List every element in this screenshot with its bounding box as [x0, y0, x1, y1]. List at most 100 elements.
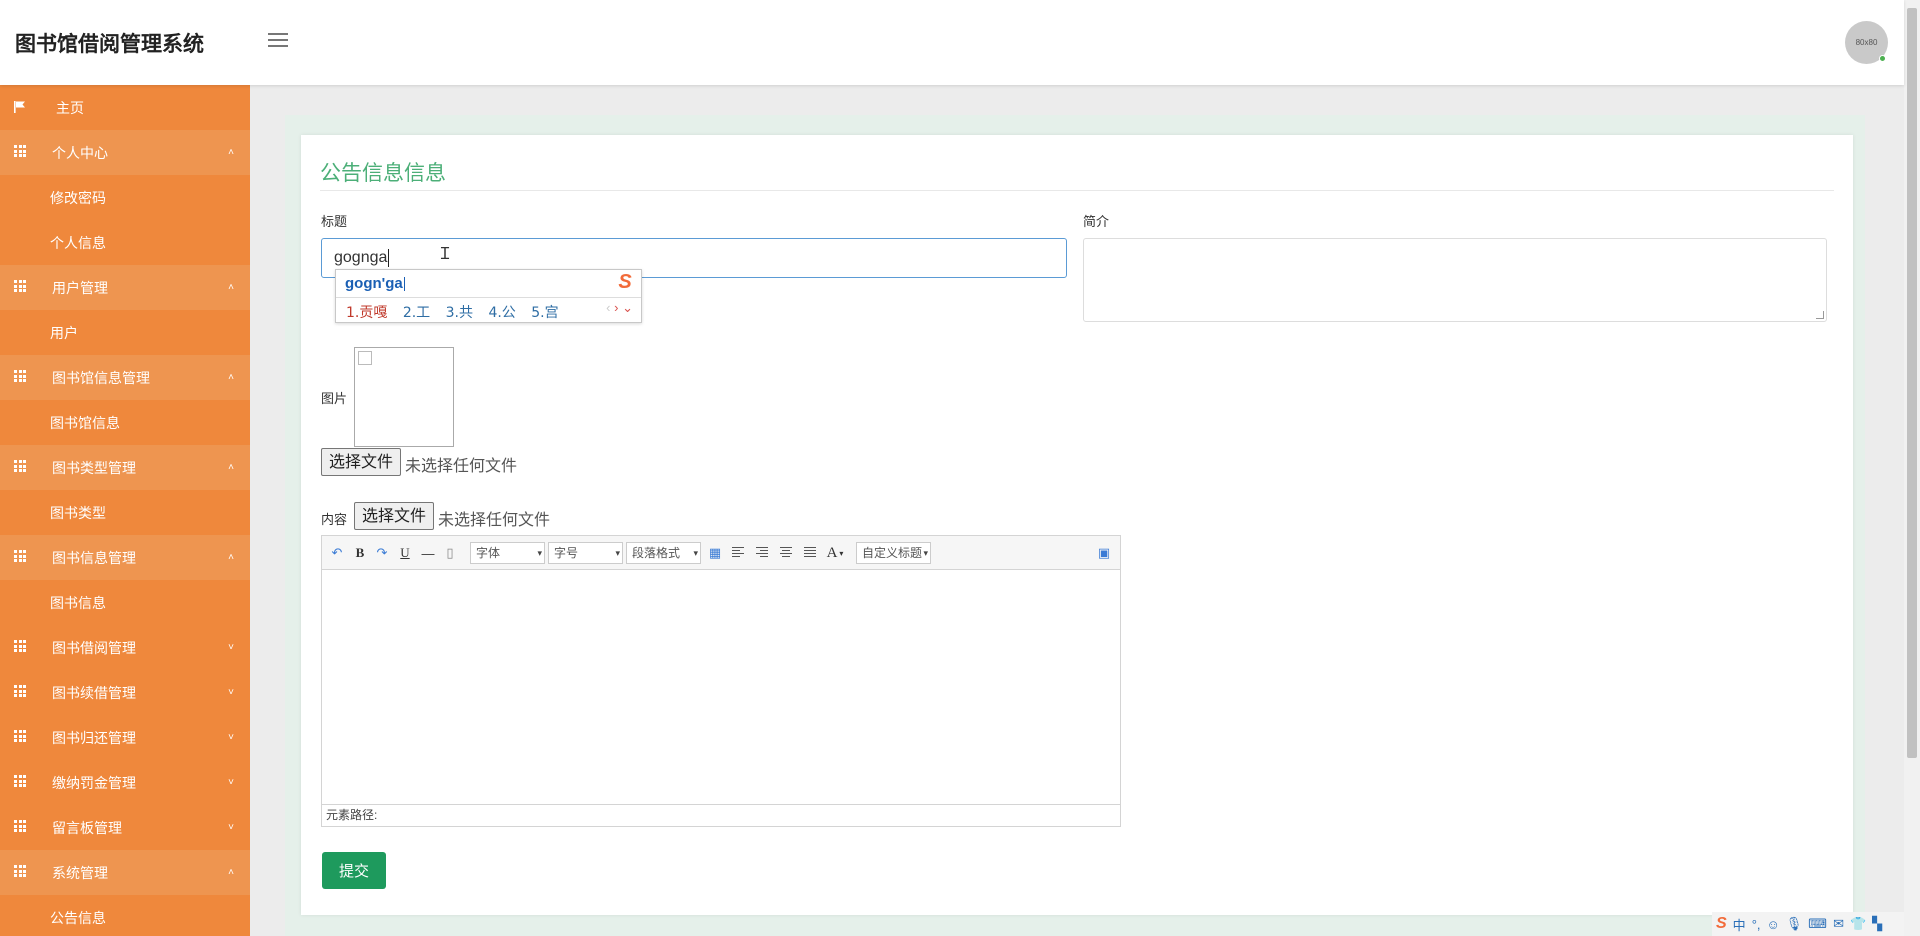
sogou-tray-icon[interactable]: S	[1716, 915, 1727, 933]
sidebar-item-label: 用户管理	[52, 279, 108, 296]
grid-icon	[14, 280, 27, 292]
ime-lang-toggle[interactable]: 中	[1733, 915, 1746, 934]
ime-candidate[interactable]: 4.公	[488, 305, 515, 321]
sidebar-item[interactable]: 留言板管理 ˅	[0, 805, 250, 850]
sidebar-item[interactable]: 图书类型	[0, 490, 250, 535]
paragraph-format-select[interactable]: 段落格式 ▾	[626, 542, 701, 564]
ime-candidate[interactable]: 2.工	[403, 305, 430, 321]
sidebar-item-label: 图书馆信息管理	[52, 369, 150, 386]
caret-up-icon: ˄	[228, 282, 234, 293]
caret-down-icon: ˅	[228, 687, 234, 698]
sidebar-item[interactable]: 图书借阅管理 ˅	[0, 625, 250, 670]
sidebar-item[interactable]: 个人信息	[0, 220, 250, 265]
sidebar-item[interactable]: 图书信息	[0, 580, 250, 625]
sidebar-item[interactable]: 个人中心 ˄	[0, 130, 250, 175]
fullscreen-icon[interactable]: ▣	[1094, 543, 1114, 563]
align-right-icon[interactable]	[752, 543, 772, 563]
ime-candidate-popup[interactable]: gogn'ga S 1.贡嘎 2.工 3.共 4.公 5.宫 ‹ › ⌄	[335, 269, 642, 323]
sidebar-item-label: 图书馆信息	[50, 414, 120, 431]
align-left-icon[interactable]	[728, 543, 748, 563]
emoji-icon[interactable]: ☺	[1767, 917, 1780, 932]
ime-expand-icon[interactable]: ⌄	[622, 300, 633, 315]
sidebar-item[interactable]: 修改密码	[0, 175, 250, 220]
sidebar-item-label: 图书借阅管理	[52, 639, 136, 656]
toolbox-icon[interactable]: ✉	[1833, 916, 1844, 932]
ime-candidate[interactable]: 5.宫	[531, 305, 558, 321]
sidebar-item[interactable]: 公告信息	[0, 895, 250, 936]
align-center-icon[interactable]	[776, 543, 796, 563]
ime-candidate[interactable]: 1.贡嘎	[346, 305, 387, 321]
sidebar-item[interactable]: 图书信息管理 ˄	[0, 535, 250, 580]
ime-punct-toggle[interactable]: °,	[1752, 917, 1761, 932]
caret-up-icon: ˄	[228, 372, 234, 383]
horizontal-rule-icon[interactable]: —	[418, 543, 438, 563]
page-scrollbar[interactable]	[1904, 0, 1920, 936]
intro-textarea[interactable]	[1083, 238, 1827, 322]
title-divider	[320, 190, 1834, 191]
sidebar-item-label: 用户	[50, 324, 78, 341]
image-file-button[interactable]: 选择文件	[321, 448, 402, 476]
sidebar-item[interactable]: 用户管理 ˄	[0, 265, 250, 310]
sidebar-item[interactable]: 图书类型管理 ˄	[0, 445, 250, 490]
element-path: 元素路径:	[322, 804, 1120, 826]
sidebar-item[interactable]: 图书归还管理 ˅	[0, 715, 250, 760]
resize-grip-icon[interactable]	[1816, 311, 1824, 319]
title-input-value: gognga	[334, 249, 388, 266]
online-status-dot	[1879, 55, 1886, 62]
ime-prev-icon[interactable]: ‹	[606, 300, 610, 315]
image-preview	[354, 347, 454, 447]
grid-icon	[14, 370, 27, 382]
ime-candidate[interactable]: 3.共	[446, 305, 473, 321]
apps-icon[interactable]: ▚	[1872, 916, 1882, 932]
caret-down-icon: ˅	[228, 822, 234, 833]
sidebar-item[interactable]: 主页	[0, 85, 250, 130]
sidebar-item-label: 图书类型管理	[52, 459, 136, 476]
redo-icon[interactable]: ↷	[372, 543, 392, 563]
ime-tray: S 中 °, ☺ 🎙 ⌨ ✉ 👕 ▚	[1712, 912, 1904, 936]
editor-content-area[interactable]	[322, 570, 1120, 804]
content-file-button[interactable]: 选择文件	[354, 502, 435, 530]
skin-icon[interactable]: 👕	[1850, 916, 1866, 932]
sidebar-item[interactable]: 图书续借管理 ˅	[0, 670, 250, 715]
flag-icon	[14, 100, 27, 113]
content-file-status: 未选择任何文件	[438, 510, 551, 529]
sidebar-item-label: 图书续借管理	[52, 684, 136, 701]
align-justify-icon[interactable]	[800, 543, 820, 563]
editor-toolbar: ↶ B ↷ U — ▯ 字体 ▾ 字号 ▾ 段落格式 ▾ ▦ A ▾ 自定义标题 ▾ ▣	[322, 536, 1120, 570]
font-family-select[interactable]: 字体 ▾	[470, 542, 545, 564]
top-header: 图书馆借阅管理系统 80x80	[0, 0, 1904, 85]
ime-next-icon[interactable]: ›	[614, 300, 618, 315]
sidebar-item[interactable]: 图书馆信息管理 ˄	[0, 355, 250, 400]
undo-icon[interactable]: ↶	[327, 543, 347, 563]
caret-up-icon: ˄	[228, 867, 234, 878]
ime-pinyin: gogn'ga	[345, 275, 405, 292]
table-icon[interactable]: ▦	[705, 543, 725, 563]
page-title: 公告信息信息	[320, 162, 446, 185]
bold-button[interactable]: B	[350, 543, 370, 563]
rich-text-editor: ↶ B ↷ U — ▯ 字体 ▾ 字号 ▾ 段落格式 ▾ ▦ A ▾ 自定义标题 ▾ ▣ …	[321, 535, 1121, 827]
underline-button[interactable]: U	[395, 543, 415, 563]
sidebar-item-label: 图书类型	[50, 504, 106, 521]
voice-icon[interactable]: 🎙	[1786, 916, 1803, 932]
caret-up-icon: ˄	[228, 462, 234, 473]
submit-button[interactable]: 提交	[322, 852, 386, 889]
sogou-logo-icon: S	[618, 271, 632, 293]
font-size-select[interactable]: 字号 ▾	[548, 542, 623, 564]
font-color-button[interactable]: A ▾	[825, 543, 845, 563]
sidebar-item[interactable]: 系统管理 ˄	[0, 850, 250, 895]
avatar-text: 80x80	[1855, 38, 1878, 47]
custom-heading-select[interactable]: 自定义标题 ▾	[856, 542, 931, 564]
sidebar-item[interactable]: 用户	[0, 310, 250, 355]
sidebar-item[interactable]: 图书馆信息	[0, 400, 250, 445]
grid-icon	[14, 820, 27, 832]
scroll-thumb[interactable]	[1907, 8, 1917, 758]
menu-toggle-icon[interactable]	[268, 33, 288, 49]
content-label: 内容	[321, 512, 348, 527]
sidebar-item[interactable]: 缴纳罚金管理 ˅	[0, 760, 250, 805]
clear-format-icon[interactable]: ▯	[440, 543, 460, 563]
ime-candidates: 1.贡嘎 2.工 3.共 4.公 5.宫	[346, 302, 570, 322]
sidebar-item-label: 系统管理	[52, 864, 108, 881]
sidebar-item-label: 图书信息管理	[52, 549, 136, 566]
grid-icon	[14, 865, 27, 877]
keyboard-icon[interactable]: ⌨	[1808, 916, 1827, 932]
